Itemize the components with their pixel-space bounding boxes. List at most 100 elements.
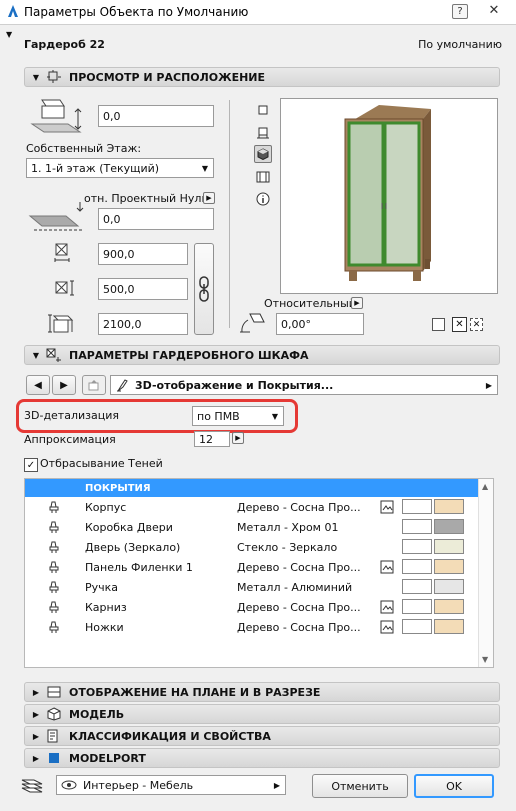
shadows-checkbox[interactable]: ✓	[24, 458, 38, 472]
swatch-white[interactable]	[402, 619, 432, 634]
project-zero-popup-button[interactable]: ▶	[203, 192, 215, 204]
mirror-x-icon[interactable]: ✕	[452, 317, 467, 332]
material-swatch[interactable]	[434, 539, 464, 554]
material-swatch[interactable]	[434, 559, 464, 574]
angle-field[interactable]: 0,00°	[276, 313, 364, 335]
material-swatch[interactable]	[434, 499, 464, 514]
project-zero-field[interactable]: 0,0	[98, 208, 214, 230]
swatch-white[interactable]	[402, 559, 432, 574]
table-row[interactable]: Ручка Металл - Алюминий	[25, 577, 493, 597]
view-section-icon[interactable]	[256, 126, 270, 140]
material-swatch[interactable]	[434, 579, 464, 594]
material-swatch[interactable]	[434, 599, 464, 614]
width-field[interactable]: 900,0	[98, 243, 188, 265]
expand-arrow-icon: ▶	[32, 731, 40, 741]
cancel-button[interactable]: Отменить	[312, 774, 408, 798]
table-row[interactable]: Ножки Дерево - Сосна Про...	[25, 617, 493, 637]
info-icon[interactable]	[256, 192, 270, 206]
swatch-white[interactable]	[402, 599, 432, 614]
ok-button[interactable]: OK	[414, 774, 494, 798]
mirror-y-icon[interactable]: ✕	[470, 318, 483, 331]
surface-material[interactable]: Дерево - Сосна Про...	[237, 501, 361, 514]
layer-select[interactable]: Интерьер - Мебель ▶	[56, 775, 286, 795]
view-film-icon[interactable]	[256, 170, 270, 184]
section-modelport[interactable]: ▶ MODELPORT	[24, 748, 500, 768]
section-view-placement[interactable]: ▼ ПРОСМОТР И РАСПОЛОЖЕНИЕ	[24, 67, 500, 87]
plan-section-icon	[45, 685, 63, 699]
depth-field[interactable]: 500,0	[98, 278, 188, 300]
page-select-content: 3D-отображение и Покрытия...	[115, 378, 333, 392]
modelport-icon	[45, 751, 63, 765]
paint-brush-icon[interactable]	[47, 540, 61, 554]
swatch-white[interactable]	[402, 539, 432, 554]
table-row[interactable]: Коробка Двери Металл - Хром 01	[25, 517, 493, 537]
help-icon[interactable]: ?	[452, 4, 468, 19]
paint-brush-icon[interactable]	[47, 620, 61, 634]
surface-material[interactable]: Стекло - Зеркало	[237, 541, 337, 554]
window-title: Параметры Объекта по Умолчанию	[24, 5, 249, 19]
close-window-button[interactable]: ✕	[474, 0, 514, 20]
paint-brush-icon[interactable]	[47, 520, 61, 534]
section-wardrobe-params[interactable]: ▼ ПАРАМЕТРЫ ГАРДЕРОБНОГО ШКАФА	[24, 345, 500, 365]
layer-icon	[21, 779, 43, 793]
surface-name: Карниз	[85, 600, 127, 614]
elevation-field[interactable]: 0,0	[98, 105, 214, 127]
dropdown-arrow-icon: ▶	[273, 780, 280, 790]
swatch-white[interactable]	[402, 499, 432, 514]
surface-material[interactable]: Металл - Алюминий	[237, 581, 352, 594]
next-page-button[interactable]: ▶	[52, 375, 76, 395]
scroll-down-icon[interactable]: ▼	[482, 655, 488, 664]
section-classification[interactable]: ▶ КЛАССИФИКАЦИЯ И СВОЙСТВА	[24, 726, 500, 746]
expand-arrow-icon: ▶	[32, 753, 40, 763]
scroll-up-icon[interactable]: ▲	[482, 482, 488, 491]
material-swatch[interactable]	[434, 519, 464, 534]
brush-icon	[115, 378, 129, 392]
view-placement-icon	[45, 70, 63, 84]
width-icon	[54, 243, 70, 262]
paint-brush-icon[interactable]	[47, 600, 61, 614]
page-select[interactable]: 3D-отображение и Покрытия... ▶	[110, 375, 498, 395]
texture-icon[interactable]	[380, 600, 394, 614]
swatch-white[interactable]	[402, 519, 432, 534]
swatch-white[interactable]	[402, 579, 432, 594]
table-row[interactable]: Дверь (Зеркало) Стекло - Зеркало	[25, 537, 493, 557]
relative-popup-button[interactable]: ▶	[351, 297, 363, 309]
paint-brush-icon[interactable]	[47, 560, 61, 574]
object-name: Гардероб 22	[24, 38, 105, 51]
table-row[interactable]: Панель Филенки 1 Дерево - Сосна Про...	[25, 557, 493, 577]
mirror-none-icon[interactable]	[432, 318, 445, 331]
texture-icon[interactable]	[380, 500, 394, 514]
collapse-arrow-icon[interactable]: ▼	[6, 30, 12, 39]
depth-icon	[55, 280, 74, 296]
surface-material[interactable]: Дерево - Сосна Про...	[237, 561, 361, 574]
material-swatch[interactable]	[434, 619, 464, 634]
surface-material[interactable]: Дерево - Сосна Про...	[237, 621, 361, 634]
surface-material[interactable]: Металл - Хром 01	[237, 521, 338, 534]
section-title: ПРОСМОТР И РАСПОЛОЖЕНИЕ	[69, 70, 266, 84]
texture-icon[interactable]	[380, 620, 394, 634]
table-body: Корпус Дерево - Сосна Про... Коробка Двери…	[25, 497, 493, 637]
relative-label: Относительный	[264, 297, 356, 310]
table-scrollbar[interactable]: ▲ ▼	[478, 479, 493, 667]
paint-brush-icon[interactable]	[47, 500, 61, 514]
surface-material[interactable]: Дерево - Сосна Про...	[237, 601, 361, 614]
chain-link-button[interactable]	[194, 243, 214, 335]
own-floor-select[interactable]: 1. 1-й этаж (Текущий) ▼	[26, 158, 214, 178]
section-title: MODELPORT	[69, 751, 146, 765]
own-floor-value: 1. 1-й этаж (Текущий)	[31, 161, 160, 175]
page-up-button[interactable]	[82, 375, 106, 395]
height-field[interactable]: 2100,0	[98, 313, 188, 335]
approx-popup-button[interactable]: ▶	[232, 432, 244, 444]
section-model[interactable]: ▶ МОДЕЛЬ	[24, 704, 500, 724]
section-plan-section[interactable]: ▶ ОТОБРАЖЕНИЕ НА ПЛАНЕ И В РАЗРЕЗЕ	[24, 682, 500, 702]
view-3d-icon[interactable]	[254, 145, 272, 163]
approx-field[interactable]: 12	[194, 431, 230, 447]
table-row[interactable]: Корпус Дерево - Сосна Про...	[25, 497, 493, 517]
paint-brush-icon[interactable]	[47, 580, 61, 594]
view-plan-icon[interactable]	[256, 103, 270, 117]
expand-arrow-icon: ▶	[32, 687, 40, 697]
prev-page-button[interactable]: ◀	[26, 375, 50, 395]
surface-name: Ножки	[85, 620, 124, 634]
texture-icon[interactable]	[380, 560, 394, 574]
table-row[interactable]: Карниз Дерево - Сосна Про...	[25, 597, 493, 617]
